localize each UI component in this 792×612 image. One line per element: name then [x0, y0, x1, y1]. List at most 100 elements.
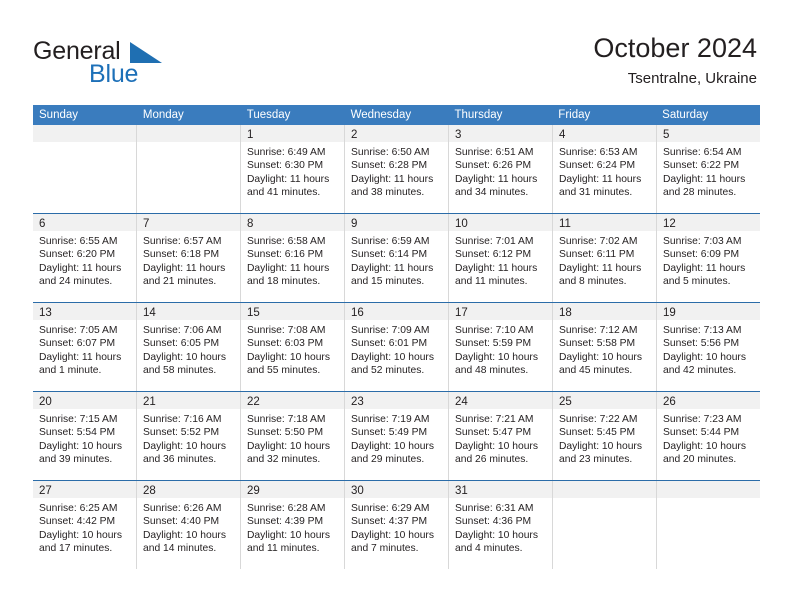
day-cell-empty	[136, 125, 240, 213]
sunrise-text: Sunrise: 7:18 AM	[247, 414, 326, 425]
day-number: 6	[39, 218, 46, 230]
day-number-band: 15	[241, 303, 344, 320]
sunrise-text: Sunrise: 7:12 AM	[559, 325, 638, 336]
day-cell[interactable]: 19 Sunrise: 7:13 AM Sunset: 5:56 PM Dayligh…	[656, 303, 760, 391]
day-cell[interactable]: 13 Sunrise: 7:05 AM Sunset: 6:07 PM Dayligh…	[33, 303, 136, 391]
day-number-band: 29	[241, 481, 344, 498]
day-number: 5	[663, 129, 670, 141]
daylight-text-line2: and 20 minutes.	[663, 453, 737, 465]
day-number: 29	[247, 485, 260, 497]
day-cell[interactable]: 18 Sunrise: 7:12 AM Sunset: 5:58 PM Dayligh…	[552, 303, 656, 391]
day-number: 17	[455, 307, 468, 319]
day-number: 28	[143, 485, 156, 497]
sunrise-text: Sunrise: 6:55 AM	[39, 236, 118, 247]
day-cell-empty	[33, 125, 136, 213]
day-number-band: 11	[553, 214, 656, 231]
daylight-text-line1: Daylight: 10 hours	[559, 440, 642, 452]
day-number-band: 20	[33, 392, 136, 409]
day-number-band: 22	[241, 392, 344, 409]
day-cell[interactable]: 14 Sunrise: 7:06 AM Sunset: 6:05 PM Dayligh…	[136, 303, 240, 391]
day-cell[interactable]: 11 Sunrise: 7:02 AM Sunset: 6:11 PM Dayligh…	[552, 214, 656, 302]
day-details: Sunrise: 7:09 AM Sunset: 6:01 PM Daylight:…	[345, 320, 448, 377]
day-details: Sunrise: 7:15 AM Sunset: 5:54 PM Daylight:…	[33, 409, 136, 466]
sunrise-text: Sunrise: 7:10 AM	[455, 325, 534, 336]
day-details: Sunrise: 6:55 AM Sunset: 6:20 PM Daylight:…	[33, 231, 136, 288]
day-number: 24	[455, 396, 468, 408]
day-number: 9	[351, 218, 358, 230]
day-cell[interactable]: 26 Sunrise: 7:23 AM Sunset: 5:44 PM Dayligh…	[656, 392, 760, 480]
sunset-text: Sunset: 6:03 PM	[247, 338, 324, 350]
day-cell[interactable]: 16 Sunrise: 7:09 AM Sunset: 6:01 PM Dayligh…	[344, 303, 448, 391]
day-cell[interactable]: 12 Sunrise: 7:03 AM Sunset: 6:09 PM Dayligh…	[656, 214, 760, 302]
sunrise-text: Sunrise: 7:21 AM	[455, 414, 534, 425]
daylight-text-line2: and 41 minutes.	[247, 186, 321, 198]
day-number-band: 24	[449, 392, 552, 409]
weekday-header-row: Sunday Monday Tuesday Wednesday Thursday Frid…	[33, 105, 760, 125]
day-number-band: 8	[241, 214, 344, 231]
day-cell[interactable]: 3 Sunrise: 6:51 AM Sunset: 6:26 PM Daylight…	[448, 125, 552, 213]
day-number-band: 1	[241, 125, 344, 142]
daylight-text-line2: and 48 minutes.	[455, 364, 529, 376]
daylight-text-line1: Daylight: 10 hours	[455, 440, 538, 452]
day-number-band: 28	[137, 481, 240, 498]
daylight-text-line2: and 24 minutes.	[39, 275, 113, 287]
day-cell[interactable]: 24 Sunrise: 7:21 AM Sunset: 5:47 PM Dayligh…	[448, 392, 552, 480]
daylight-text-line2: and 11 minutes.	[247, 542, 320, 554]
day-cell[interactable]: 1 Sunrise: 6:49 AM Sunset: 6:30 PM Daylight…	[240, 125, 344, 213]
daylight-text-line2: and 45 minutes.	[559, 364, 633, 376]
daylight-text-line2: and 38 minutes.	[351, 186, 425, 198]
day-number: 16	[351, 307, 364, 319]
day-number: 21	[143, 396, 156, 408]
day-cell[interactable]: 23 Sunrise: 7:19 AM Sunset: 5:49 PM Dayligh…	[344, 392, 448, 480]
day-cell[interactable]: 25 Sunrise: 7:22 AM Sunset: 5:45 PM Dayligh…	[552, 392, 656, 480]
day-details: Sunrise: 7:12 AM Sunset: 5:58 PM Daylight:…	[553, 320, 656, 377]
sunrise-text: Sunrise: 6:31 AM	[455, 503, 534, 514]
calendar-page: General Blue October 2024 Tsentralne, Uk…	[0, 0, 792, 612]
day-cell[interactable]: 27 Sunrise: 6:25 AM Sunset: 4:42 PM Dayligh…	[33, 481, 136, 569]
day-details: Sunrise: 7:13 AM Sunset: 5:56 PM Daylight:…	[657, 320, 760, 377]
day-cell[interactable]: 28 Sunrise: 6:26 AM Sunset: 4:40 PM Dayligh…	[136, 481, 240, 569]
page-header: General Blue October 2024 Tsentralne, Uk…	[0, 0, 792, 104]
sunrise-text: Sunrise: 6:57 AM	[143, 236, 222, 247]
daylight-text-line1: Daylight: 10 hours	[143, 440, 226, 452]
day-cell[interactable]: 8 Sunrise: 6:58 AM Sunset: 6:16 PM Daylight…	[240, 214, 344, 302]
day-details: Sunrise: 6:26 AM Sunset: 4:40 PM Daylight:…	[137, 498, 240, 555]
sunrise-text: Sunrise: 6:25 AM	[39, 503, 118, 514]
day-number: 12	[663, 218, 676, 230]
sunrise-text: Sunrise: 6:59 AM	[351, 236, 430, 247]
day-cell[interactable]: 21 Sunrise: 7:16 AM Sunset: 5:52 PM Dayligh…	[136, 392, 240, 480]
daylight-text-line1: Daylight: 11 hours	[351, 262, 434, 274]
day-cell[interactable]: 20 Sunrise: 7:15 AM Sunset: 5:54 PM Dayligh…	[33, 392, 136, 480]
day-cell[interactable]: 31 Sunrise: 6:31 AM Sunset: 4:36 PM Dayligh…	[448, 481, 552, 569]
day-cell[interactable]: 17 Sunrise: 7:10 AM Sunset: 5:59 PM Dayligh…	[448, 303, 552, 391]
daylight-text-line1: Daylight: 10 hours	[455, 351, 538, 363]
daylight-text-line2: and 42 minutes.	[663, 364, 737, 376]
day-number: 7	[143, 218, 150, 230]
day-cell[interactable]: 7 Sunrise: 6:57 AM Sunset: 6:18 PM Daylight…	[136, 214, 240, 302]
sunrise-text: Sunrise: 7:13 AM	[663, 325, 742, 336]
day-cell[interactable]: 22 Sunrise: 7:18 AM Sunset: 5:50 PM Dayligh…	[240, 392, 344, 480]
day-cell[interactable]: 2 Sunrise: 6:50 AM Sunset: 6:28 PM Daylight…	[344, 125, 448, 213]
calendar-week-row: 27 Sunrise: 6:25 AM Sunset: 4:42 PM Dayligh…	[33, 480, 760, 569]
day-cell[interactable]: 9 Sunrise: 6:59 AM Sunset: 6:14 PM Daylight…	[344, 214, 448, 302]
day-cell[interactable]: 30 Sunrise: 6:29 AM Sunset: 4:37 PM Dayligh…	[344, 481, 448, 569]
day-cell[interactable]: 5 Sunrise: 6:54 AM Sunset: 6:22 PM Daylight…	[656, 125, 760, 213]
calendar-week-row: 6 Sunrise: 6:55 AM Sunset: 6:20 PM Daylight…	[33, 213, 760, 302]
day-number-band: 9	[345, 214, 448, 231]
day-cell[interactable]: 15 Sunrise: 7:08 AM Sunset: 6:03 PM Dayligh…	[240, 303, 344, 391]
day-cell[interactable]: 4 Sunrise: 6:53 AM Sunset: 6:24 PM Daylight…	[552, 125, 656, 213]
day-number-band	[657, 481, 760, 498]
day-number: 14	[143, 307, 156, 319]
day-number-band: 21	[137, 392, 240, 409]
day-cell[interactable]: 29 Sunrise: 6:28 AM Sunset: 4:39 PM Dayligh…	[240, 481, 344, 569]
daylight-text-line1: Daylight: 11 hours	[559, 173, 642, 185]
day-number-band: 13	[33, 303, 136, 320]
general-blue-logo[interactable]: General Blue	[33, 37, 223, 91]
day-cell[interactable]: 10 Sunrise: 7:01 AM Sunset: 6:12 PM Dayligh…	[448, 214, 552, 302]
daylight-text-line2: and 28 minutes.	[663, 186, 737, 198]
day-number-band: 3	[449, 125, 552, 142]
day-cell[interactable]: 6 Sunrise: 6:55 AM Sunset: 6:20 PM Daylight…	[33, 214, 136, 302]
daylight-text-line1: Daylight: 10 hours	[247, 529, 330, 541]
sunrise-text: Sunrise: 7:23 AM	[663, 414, 742, 425]
day-number: 13	[39, 307, 52, 319]
